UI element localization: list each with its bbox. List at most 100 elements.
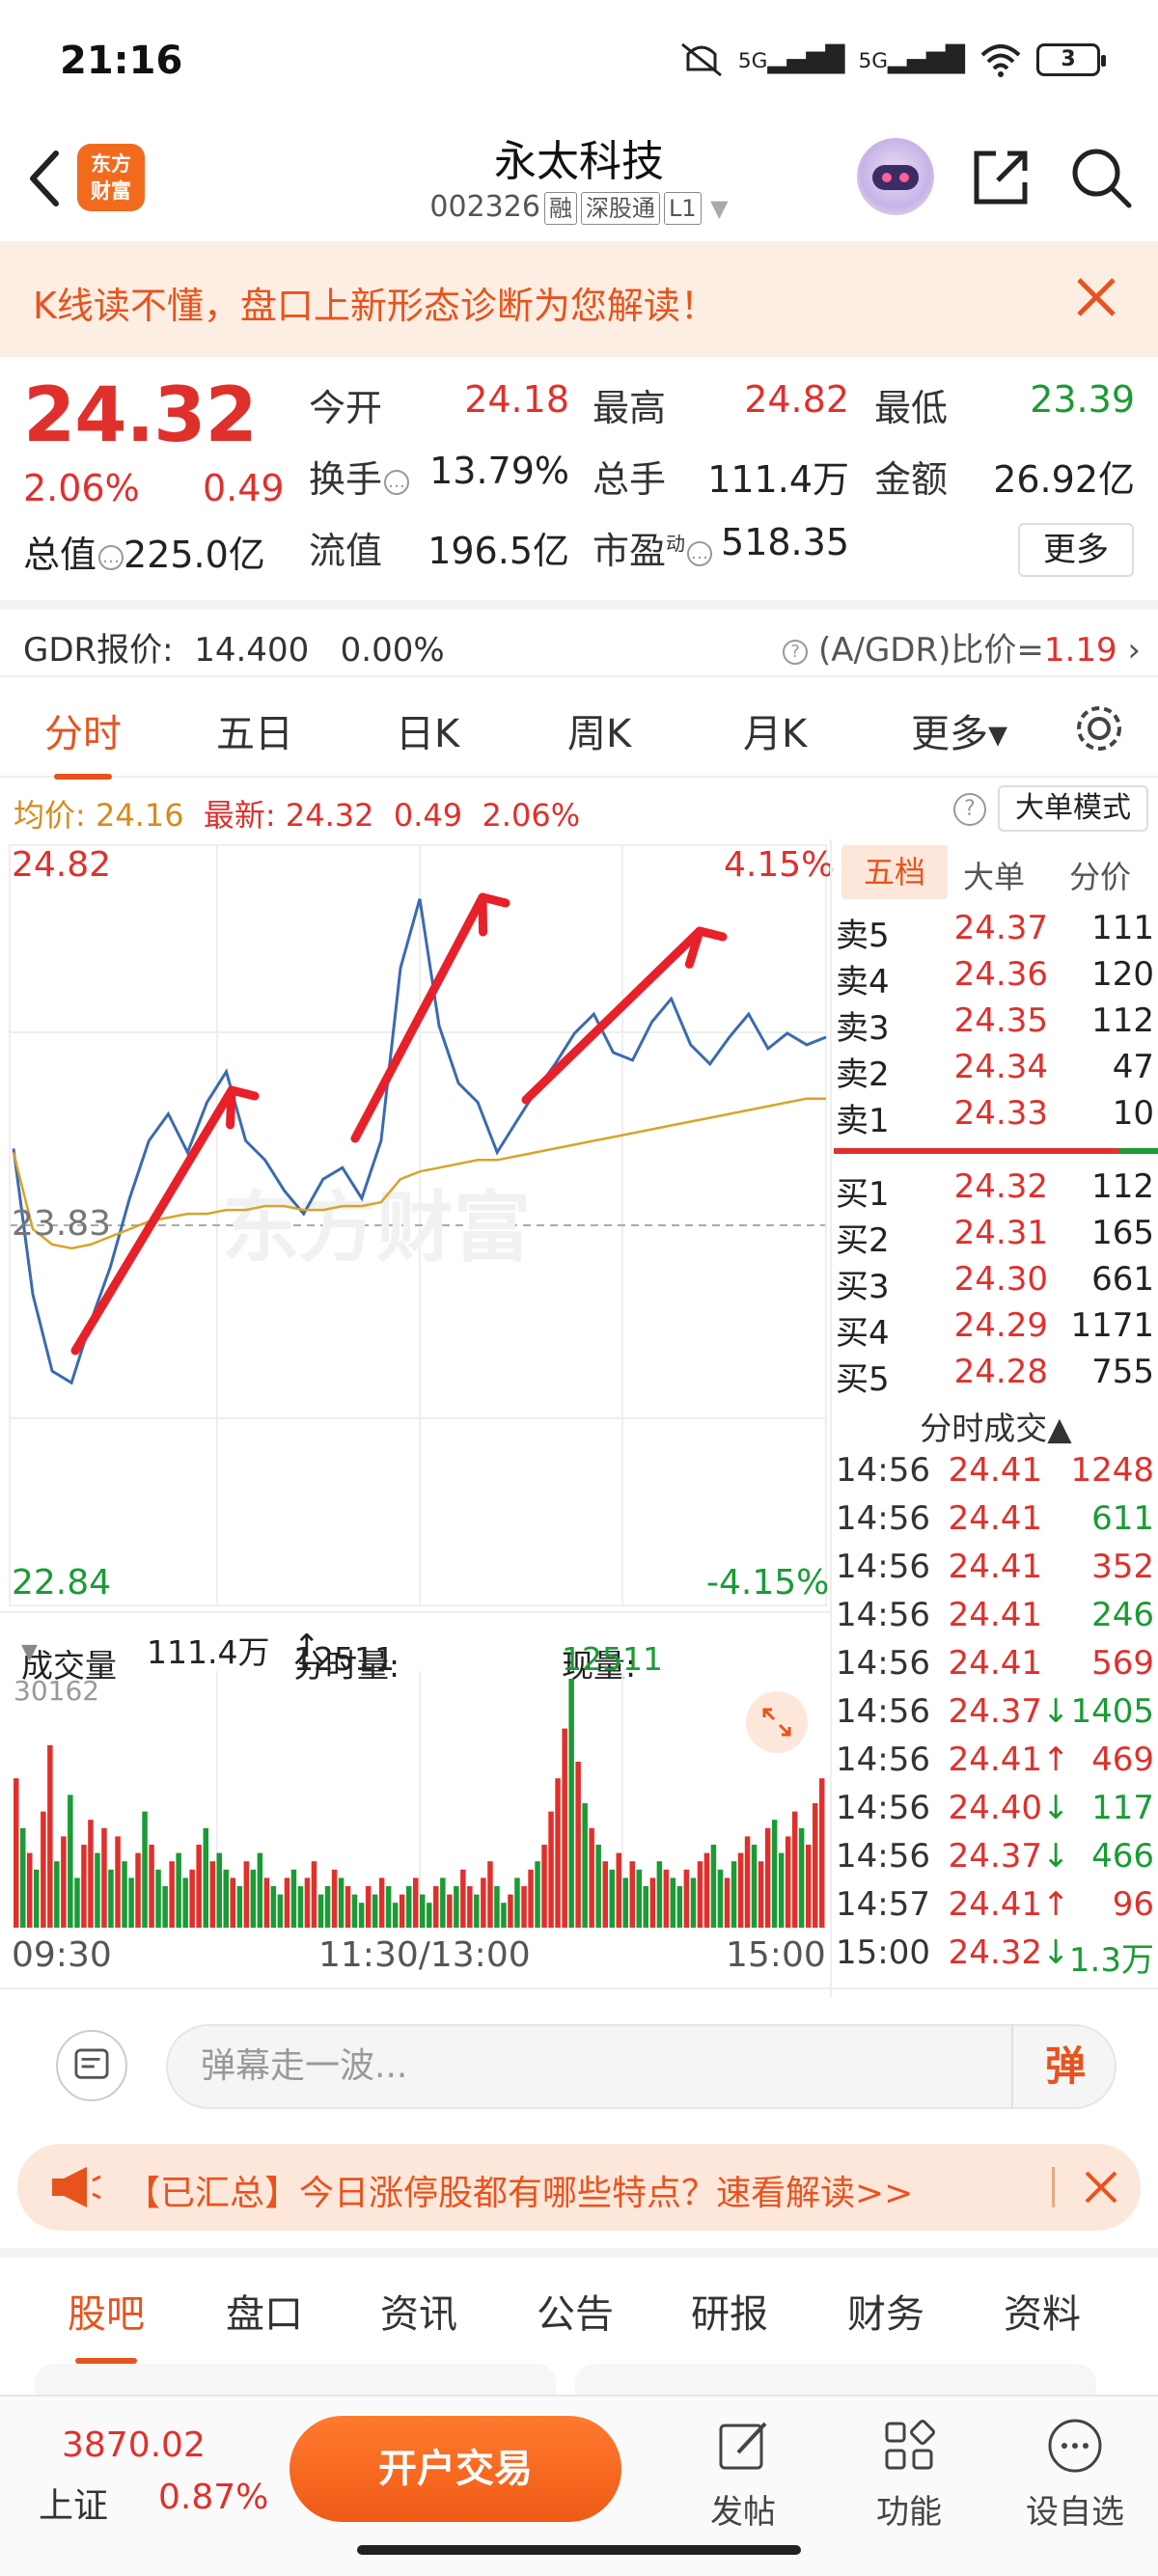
app-logo[interactable]: 东方 财富 bbox=[77, 144, 145, 211]
trades-title[interactable]: 分时成交▲ bbox=[832, 1403, 1158, 1449]
turnover-value: 13.79% bbox=[429, 450, 569, 492]
volume-bar bbox=[602, 1861, 608, 1928]
volume-bar bbox=[487, 1861, 493, 1928]
close-icon[interactable] bbox=[1069, 270, 1123, 324]
volume-bar bbox=[338, 1877, 345, 1928]
volume-bar bbox=[481, 1877, 486, 1928]
tab-five-day[interactable]: 五日 bbox=[216, 702, 293, 758]
stock-code: 002326 bbox=[429, 190, 540, 224]
tab-profile[interactable]: 资料 bbox=[1004, 2283, 1081, 2339]
bid-row[interactable]: 买1 24.32 112 bbox=[832, 1167, 1158, 1214]
volume-bar bbox=[297, 1886, 304, 1928]
bid-row[interactable]: 买2 24.31 165 bbox=[832, 1214, 1158, 1260]
index-value[interactable]: 3870.02 bbox=[62, 2425, 206, 2465]
volume-bar bbox=[108, 1869, 114, 1928]
signal-icon: 5G▂▄▆█ bbox=[737, 45, 845, 74]
order-book-panel: 五档 大单 分价 卖5 24.37 111 卖4 24.36 120 卖3 24.35 112 卖… bbox=[830, 839, 1158, 1997]
share-icon[interactable] bbox=[969, 146, 1033, 209]
volume-bar bbox=[744, 1836, 751, 1928]
index-name[interactable]: 上证 bbox=[39, 2478, 108, 2528]
open-account-button[interactable]: 开户交易 bbox=[290, 2416, 621, 2522]
volume-bar bbox=[427, 1903, 432, 1928]
info-icon[interactable]: … bbox=[384, 469, 410, 495]
index-change[interactable]: 0.87% bbox=[158, 2478, 268, 2517]
help-icon[interactable]: ? bbox=[953, 793, 986, 826]
tab-five-level[interactable]: 五档 bbox=[841, 845, 948, 899]
volume-bar bbox=[317, 1894, 324, 1928]
caret-down-icon[interactable]: ▼ bbox=[710, 195, 728, 222]
quote-panel: 24.32 2.06% 0.49 总值… 225.0亿 今开 24.18 最高 2… bbox=[0, 359, 1158, 598]
market-cap: 总值… 225.0亿 bbox=[23, 534, 265, 576]
info-icon[interactable]: … bbox=[98, 544, 124, 570]
volume-bar bbox=[575, 1762, 581, 1928]
close-icon[interactable] bbox=[1081, 2167, 1121, 2207]
ask-row[interactable]: 卖5 24.37 111 bbox=[832, 909, 1158, 955]
danmu-list-icon[interactable] bbox=[56, 2030, 127, 2101]
ai-assistant-icon[interactable] bbox=[857, 138, 934, 215]
bid-row[interactable]: 买3 24.30 661 bbox=[832, 1260, 1158, 1306]
volume-bar bbox=[568, 1679, 574, 1928]
tab-big-orders[interactable]: 大单 bbox=[963, 853, 1025, 897]
tab-intraday[interactable]: 分时 bbox=[44, 702, 122, 780]
bid-row[interactable]: 买5 24.28 755 bbox=[832, 1353, 1158, 1399]
tab-order-book[interactable]: 盘口 bbox=[226, 2283, 303, 2339]
search-icon[interactable] bbox=[1069, 146, 1133, 209]
gdr-bar[interactable]: GDR报价: 14.400 0.00% ? (A/GDR)比价=1.19 › bbox=[0, 600, 1158, 677]
info-icon[interactable]: … bbox=[687, 540, 713, 566]
tip-banner[interactable]: K线读不懂，盘口上新形态诊断为您解读！ bbox=[0, 241, 1158, 357]
tab-forum[interactable]: 股吧 bbox=[68, 2283, 145, 2364]
notice-banner[interactable]: 【已汇总】今日涨停股都有哪些特点？速看解读>> bbox=[17, 2144, 1141, 2231]
danmu-input[interactable]: 弹幕走一波... bbox=[166, 2024, 1117, 2109]
volume-bar bbox=[562, 1728, 567, 1928]
tab-weekly-k[interactable]: 周K bbox=[567, 702, 631, 758]
volume-bar bbox=[528, 1869, 534, 1928]
tab-announcements[interactable]: 公告 bbox=[537, 2283, 614, 2339]
volume-chart[interactable]: 30162 bbox=[0, 1671, 830, 1932]
functions-button[interactable]: 功能 bbox=[841, 2416, 977, 2533]
chevron-right-icon: › bbox=[1127, 631, 1141, 670]
tab-monthly-k[interactable]: 月K bbox=[743, 702, 807, 758]
tab-daily-k[interactable]: 日K bbox=[396, 702, 459, 758]
volume-bar bbox=[223, 1869, 229, 1928]
volume-bar bbox=[345, 1886, 351, 1928]
danmu-toggle-button[interactable]: 弹 bbox=[1011, 2024, 1117, 2109]
big-order-mode-button[interactable]: 大单模式 bbox=[998, 785, 1148, 832]
tab-more[interactable]: 更多▾ bbox=[911, 702, 1007, 758]
open-label: 今开 bbox=[309, 387, 383, 429]
volume-bar bbox=[216, 1852, 222, 1928]
post-button[interactable]: 发帖 bbox=[676, 2416, 811, 2533]
volume-bar bbox=[351, 1894, 358, 1928]
bid-row[interactable]: 买4 24.29 1171 bbox=[832, 1306, 1158, 1353]
trade-row: 14:56 24.37 ↓ 466 bbox=[836, 1837, 1154, 1876]
tab-research[interactable]: 研报 bbox=[691, 2283, 768, 2339]
back-icon[interactable] bbox=[17, 140, 75, 217]
more-button[interactable]: 更多 bbox=[1018, 523, 1134, 577]
volume-bar bbox=[277, 1894, 284, 1928]
volume-bar bbox=[535, 1861, 540, 1928]
amount-value: 26.92亿 bbox=[993, 458, 1135, 501]
ask-row[interactable]: 卖2 24.34 47 bbox=[832, 1048, 1158, 1094]
volume-bar bbox=[115, 1836, 121, 1928]
open-value: 24.18 bbox=[464, 378, 569, 421]
watermark: 东方财富 bbox=[222, 1183, 531, 1273]
level-tag[interactable]: L1 bbox=[663, 192, 702, 225]
expand-icon[interactable] bbox=[745, 1690, 809, 1754]
help-icon[interactable]: ? bbox=[783, 639, 809, 665]
price-chart-svg: 东方财富 bbox=[9, 844, 827, 1606]
volume-bar bbox=[101, 1827, 107, 1928]
signal-icon-2: 5G▂▄▆█ bbox=[858, 45, 965, 74]
volume-bar bbox=[555, 1778, 561, 1928]
ask-row[interactable]: 卖3 24.35 112 bbox=[832, 1001, 1158, 1048]
add-watchlist-button[interactable]: 设自选 bbox=[1007, 2416, 1143, 2533]
amount-label: 金额 bbox=[874, 458, 949, 501]
tab-price-distribution[interactable]: 分价 bbox=[1069, 853, 1131, 897]
ask-row[interactable]: 卖4 24.36 120 bbox=[832, 955, 1158, 1001]
tab-financials[interactable]: 财务 bbox=[847, 2283, 924, 2339]
gdr-ratio: ? (A/GDR)比价=1.19 › bbox=[781, 623, 1141, 671]
ask-row[interactable]: 卖1 24.33 10 bbox=[832, 1094, 1158, 1140]
annotation-arrow-head bbox=[478, 892, 510, 937]
volume-value: 111.4万 bbox=[707, 458, 849, 501]
gear-icon[interactable] bbox=[1071, 700, 1127, 756]
intraday-chart[interactable]: 东方财富 24.82 4.15% 23.83 22.84 -4.15% bbox=[0, 839, 834, 1611]
tab-news[interactable]: 资讯 bbox=[380, 2283, 457, 2339]
